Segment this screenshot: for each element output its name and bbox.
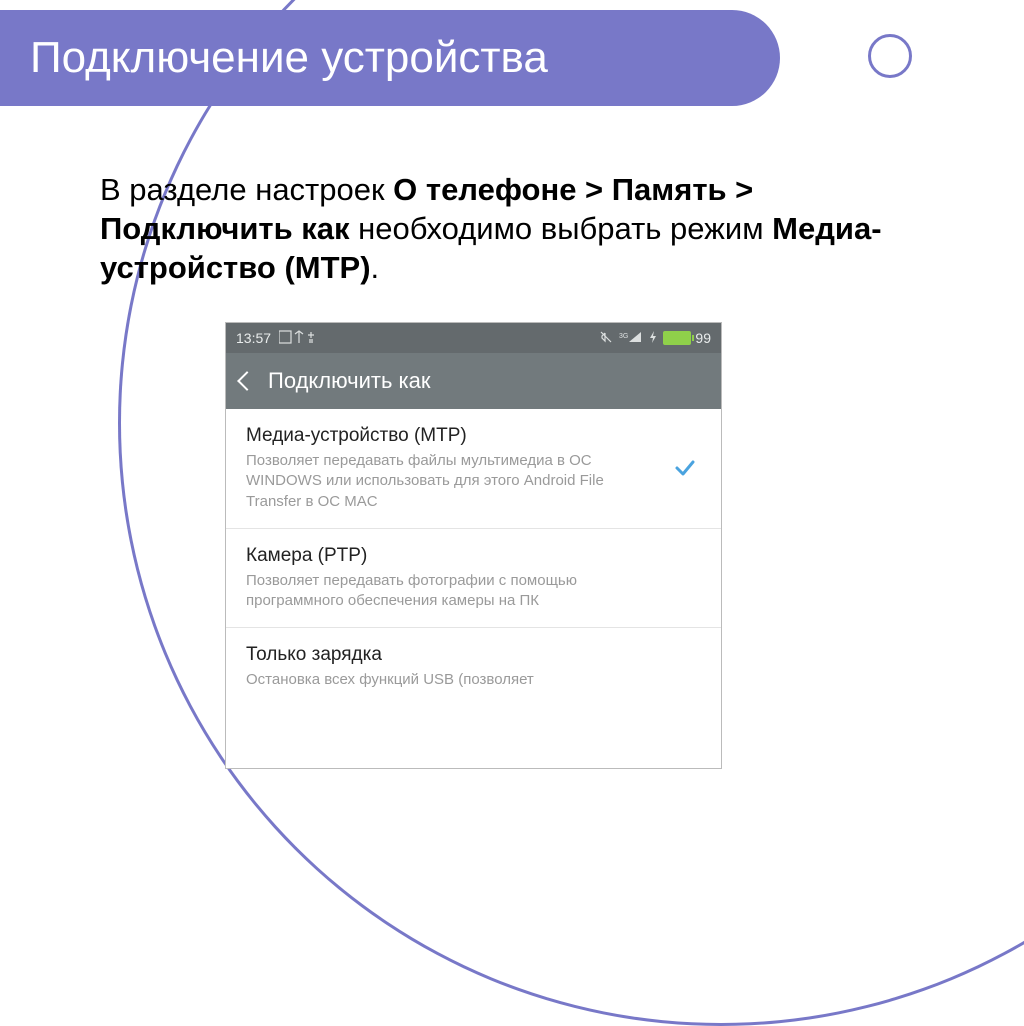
decorative-circle [868, 34, 912, 78]
body-suffix: . [371, 250, 380, 285]
status-time: 13:57 [236, 330, 271, 346]
body-prefix: В разделе настроек [100, 172, 393, 207]
signal-icon: 3G [619, 330, 643, 347]
option-title: Только зарядка [246, 644, 701, 666]
options-list: Медиа-устройство (MTP) Позволяет передав… [226, 409, 721, 707]
battery-icon [663, 331, 691, 345]
option-title: Камера (PTP) [246, 545, 701, 567]
option-desc: Остановка всех функций USB (позволяет [246, 670, 626, 690]
slide: Подключение устройства В разделе настрое… [0, 0, 1024, 767]
status-icons-left [279, 330, 325, 347]
mute-icon [599, 330, 613, 347]
svg-text:3G: 3G [619, 333, 628, 340]
check-icon [673, 456, 697, 480]
phone-screenshot: 13:57 3G [225, 322, 722, 769]
option-title: Медиа-устройство (MTP) [246, 425, 701, 447]
option-ptp[interactable]: Камера (PTP) Позволяет передавать фотогр… [226, 529, 721, 629]
back-icon[interactable] [237, 371, 257, 391]
status-bar: 13:57 3G [226, 323, 721, 353]
status-left: 13:57 [236, 330, 325, 347]
app-bar-title: Подключить как [268, 368, 431, 394]
body-mid: необходимо выбрать режим [350, 211, 773, 246]
status-right: 3G 99 [599, 330, 711, 347]
bolt-icon [649, 330, 657, 347]
battery-percent: 99 [695, 330, 711, 346]
header-band: Подключение устройства [0, 10, 780, 106]
app-bar: Подключить как [226, 353, 721, 409]
slide-title: Подключение устройства [30, 33, 548, 83]
battery-indicator: 99 [663, 330, 711, 346]
option-mtp[interactable]: Медиа-устройство (MTP) Позволяет передав… [226, 409, 721, 529]
option-desc: Позволяет передавать файлы мультимедиа в… [246, 451, 626, 512]
option-desc: Позволяет передавать фотографии с помощь… [246, 571, 626, 612]
body-content: В разделе настроек О телефоне > Память >… [100, 140, 920, 318]
body-text: В разделе настроек О телефоне > Память >… [100, 171, 920, 287]
option-charge-only[interactable]: Только зарядка Остановка всех функций US… [226, 628, 721, 706]
